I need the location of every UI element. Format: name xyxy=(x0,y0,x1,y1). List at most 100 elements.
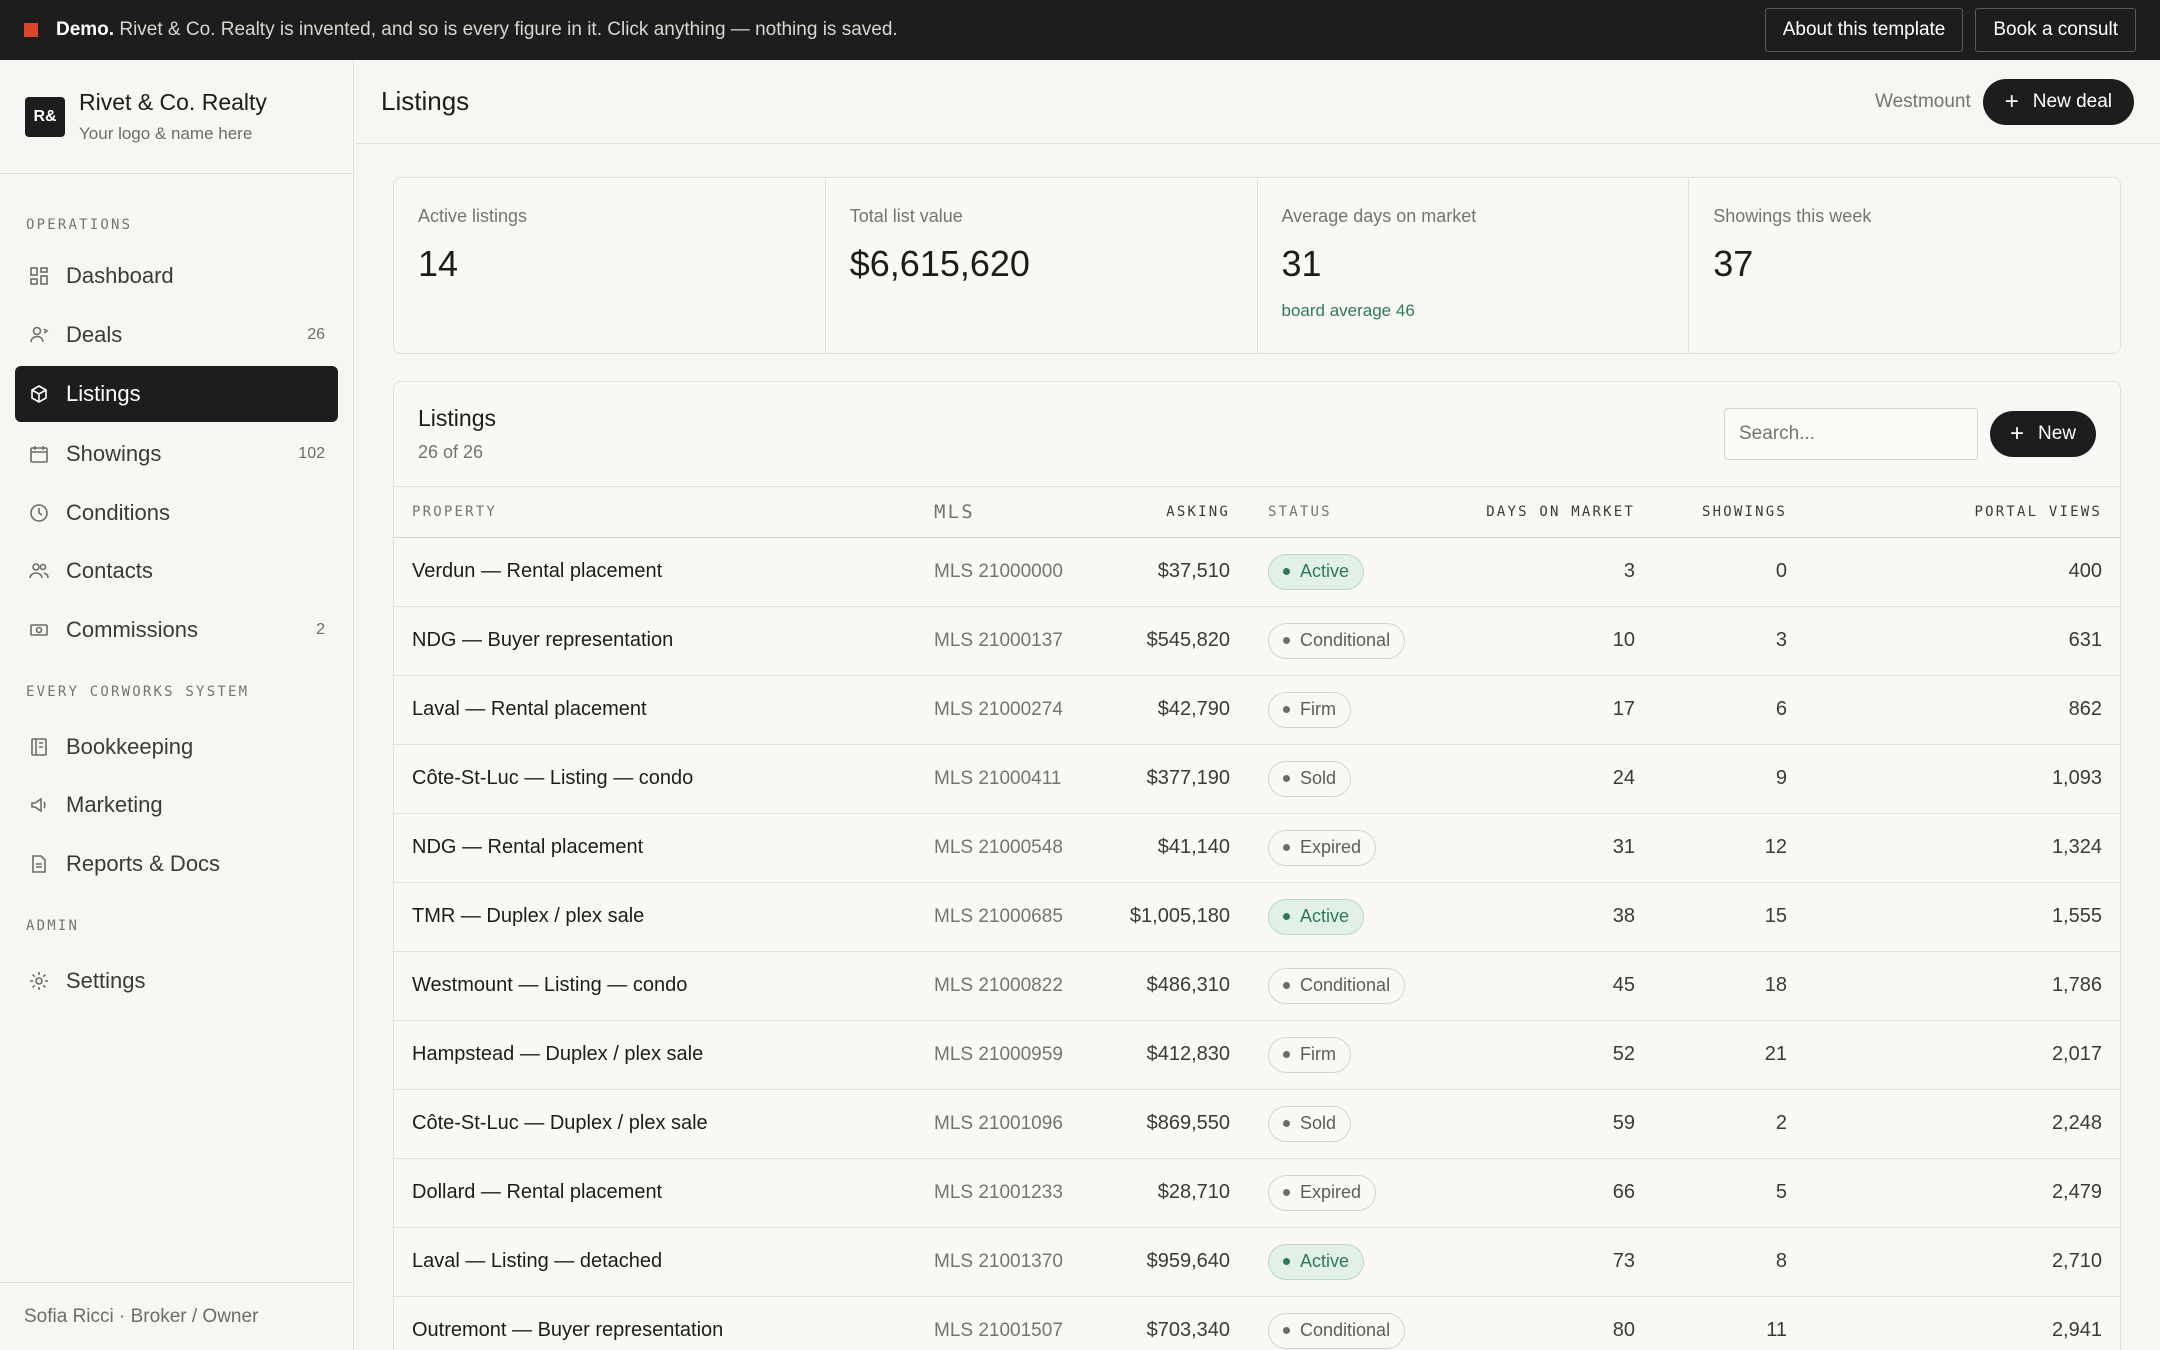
column-header-portal-views[interactable]: PORTAL VIEWS xyxy=(1787,487,2120,538)
status-label: Expired xyxy=(1300,837,1362,857)
asking-cell: $486,310 xyxy=(1114,951,1230,1021)
sidebar-item-dashboard[interactable]: Dashboard xyxy=(15,248,338,304)
column-header-status[interactable]: STATUS xyxy=(1230,487,1480,538)
stat-card: Showings this week 37 xyxy=(1689,178,2120,353)
new-deal-button[interactable]: + New deal xyxy=(1982,78,2134,125)
days-on-market-cell: 59 xyxy=(1480,1089,1635,1159)
property-cell[interactable]: NDG — Rental placement xyxy=(394,813,934,883)
contacts-icon xyxy=(28,560,50,582)
table-row[interactable]: Hampstead — Duplex / plex sale MLS 210009… xyxy=(394,1020,2120,1090)
about-template-button[interactable]: About this template xyxy=(1764,8,1964,52)
plus-icon: + xyxy=(2009,420,2024,447)
status-badge: Conditional xyxy=(1268,1312,1406,1349)
table-row[interactable]: Côte-St-Luc — Listing — condo MLS 2100041… xyxy=(394,744,2120,814)
stat-label: Average days on market xyxy=(1281,206,1477,226)
status-badge: Sold xyxy=(1268,1105,1352,1142)
property-cell[interactable]: Laval — Rental placement xyxy=(394,675,934,745)
property-cell[interactable]: Verdun — Rental placement xyxy=(394,537,934,607)
sidebar-item-listings[interactable]: Listings xyxy=(15,366,338,422)
cash-icon xyxy=(28,619,50,641)
sidebar-item-commissions[interactable]: Commissions 2 xyxy=(15,602,338,658)
plus-icon: + xyxy=(2004,87,2019,115)
stats-row: Active listings 14 Total list value $6,6… xyxy=(393,177,2121,354)
showings-cell: 11 xyxy=(1635,1296,1787,1350)
location-label[interactable]: Westmount xyxy=(1875,91,1971,113)
sidebar-item-deals[interactable]: Deals 26 xyxy=(15,307,338,363)
table-row[interactable]: Laval — Listing — detached MLS 21001370 $9… xyxy=(394,1227,2120,1297)
sidebar-item-label: Dashboard xyxy=(66,263,174,288)
sidebar-item-marketing[interactable]: Marketing xyxy=(15,777,338,833)
demo-text: Rivet & Co. Realty is invented, and so i… xyxy=(119,19,898,40)
sidebar-item-contacts[interactable]: Contacts xyxy=(15,543,338,599)
status-cell: Sold xyxy=(1230,744,1480,814)
property-cell[interactable]: Côte-St-Luc — Listing — condo xyxy=(394,744,934,814)
property-cell[interactable]: Outremont — Buyer representation xyxy=(394,1296,934,1350)
column-header-asking[interactable]: ASKING xyxy=(1114,487,1230,538)
showings-cell: 21 xyxy=(1635,1020,1787,1090)
mls-cell: MLS 21000959 xyxy=(934,1020,1114,1090)
asking-cell: $377,190 xyxy=(1114,744,1230,814)
portal-views-cell: 2,710 xyxy=(1787,1227,2120,1297)
mls-cell: MLS 21000000 xyxy=(934,537,1114,607)
status-badge: Firm xyxy=(1268,1036,1351,1073)
property-cell[interactable]: Côte-St-Luc — Duplex / plex sale xyxy=(394,1089,934,1159)
column-header-showings[interactable]: SHOWINGS xyxy=(1635,487,1787,538)
table-row[interactable]: Dollard — Rental placement MLS 21001233 $2… xyxy=(394,1158,2120,1228)
sidebar-item-conditions[interactable]: Conditions xyxy=(15,485,338,541)
sidebar-item-label: Deals xyxy=(66,322,123,347)
status-cell: Conditional xyxy=(1230,1296,1480,1350)
sidebar-item-bookkeeping[interactable]: Bookkeeping xyxy=(15,719,338,775)
sidebar-item-count: 26 xyxy=(307,326,325,343)
column-header-mls[interactable]: MLS xyxy=(934,487,1114,538)
property-cell[interactable]: Westmount — Listing — condo xyxy=(394,951,934,1021)
table-row[interactable]: NDG — Rental placement MLS 21000548 $41,14… xyxy=(394,813,2120,883)
user-footer[interactable]: Sofia Ricci · Broker / Owner xyxy=(0,1282,354,1350)
property-cell[interactable]: Hampstead — Duplex / plex sale xyxy=(394,1020,934,1090)
stat-value: 37 xyxy=(1713,243,1754,284)
table-row[interactable]: Verdun — Rental placement MLS 21000000 $37… xyxy=(394,537,2120,607)
brand-tagline: Your logo & name here xyxy=(79,124,253,143)
days-on-market-cell: 45 xyxy=(1480,951,1635,1021)
stat-label: Showings this week xyxy=(1713,206,1872,226)
status-label: Active xyxy=(1300,561,1350,581)
property-cell[interactable]: TMR — Duplex / plex sale xyxy=(394,882,934,952)
search-input[interactable] xyxy=(1723,408,1978,460)
sidebar-item-showings[interactable]: Showings 102 xyxy=(15,426,338,482)
column-header-days-on-market[interactable]: DAYS ON MARKET xyxy=(1480,487,1635,538)
status-cell: Conditional xyxy=(1230,951,1480,1021)
sidebar-item-reports-docs[interactable]: Reports & Docs xyxy=(15,836,338,892)
property-cell[interactable]: Laval — Listing — detached xyxy=(394,1227,934,1297)
sidebar-item-settings[interactable]: Settings xyxy=(15,953,338,1009)
table-row[interactable]: Laval — Rental placement MLS 21000274 $42,… xyxy=(394,675,2120,745)
table-row[interactable]: Westmount — Listing — condo MLS 21000822 $… xyxy=(394,951,2120,1021)
sidebar-item-label: Reports & Docs xyxy=(66,851,221,876)
days-on-market-cell: 73 xyxy=(1480,1227,1635,1297)
status-cell: Active xyxy=(1230,882,1480,952)
brand[interactable]: R& Rivet & Co. Realty Your logo & name h… xyxy=(0,60,353,174)
asking-cell: $959,640 xyxy=(1114,1227,1230,1297)
days-on-market-cell: 31 xyxy=(1480,813,1635,883)
portal-views-cell: 1,555 xyxy=(1787,882,2120,952)
property-cell[interactable]: Dollard — Rental placement xyxy=(394,1158,934,1228)
asking-cell: $869,550 xyxy=(1114,1089,1230,1159)
table-row[interactable]: TMR — Duplex / plex sale MLS 21000685 $1,0… xyxy=(394,882,2120,952)
status-label: Active xyxy=(1300,1251,1350,1271)
table-header-row: PROPERTY MLS ASKING STATUS DAYS ON MARKE… xyxy=(394,487,2120,538)
mls-cell: MLS 21000548 xyxy=(934,813,1114,883)
table-toolbar: Listings 26 of 26 + New xyxy=(394,382,2120,487)
column-header-property[interactable]: PROPERTY xyxy=(394,487,934,538)
status-cell: Firm xyxy=(1230,675,1480,745)
table-row[interactable]: Côte-St-Luc — Duplex / plex sale MLS 2100… xyxy=(394,1089,2120,1159)
status-dot-icon xyxy=(1283,982,1290,989)
status-badge: Firm xyxy=(1268,691,1351,728)
status-badge: Expired xyxy=(1268,829,1377,866)
table-row[interactable]: NDG — Buyer representation MLS 21000137 $5… xyxy=(394,606,2120,676)
property-cell[interactable]: NDG — Buyer representation xyxy=(394,606,934,676)
status-label: Active xyxy=(1300,906,1350,926)
status-badge: Sold xyxy=(1268,760,1352,797)
status-dot-icon xyxy=(1283,913,1290,920)
brand-logo: R& xyxy=(25,96,65,137)
table-row[interactable]: Outremont — Buyer representation MLS 2100… xyxy=(394,1296,2120,1350)
book-consult-button[interactable]: Book a consult xyxy=(1975,8,2136,52)
new-listing-button[interactable]: + New xyxy=(1989,411,2096,457)
